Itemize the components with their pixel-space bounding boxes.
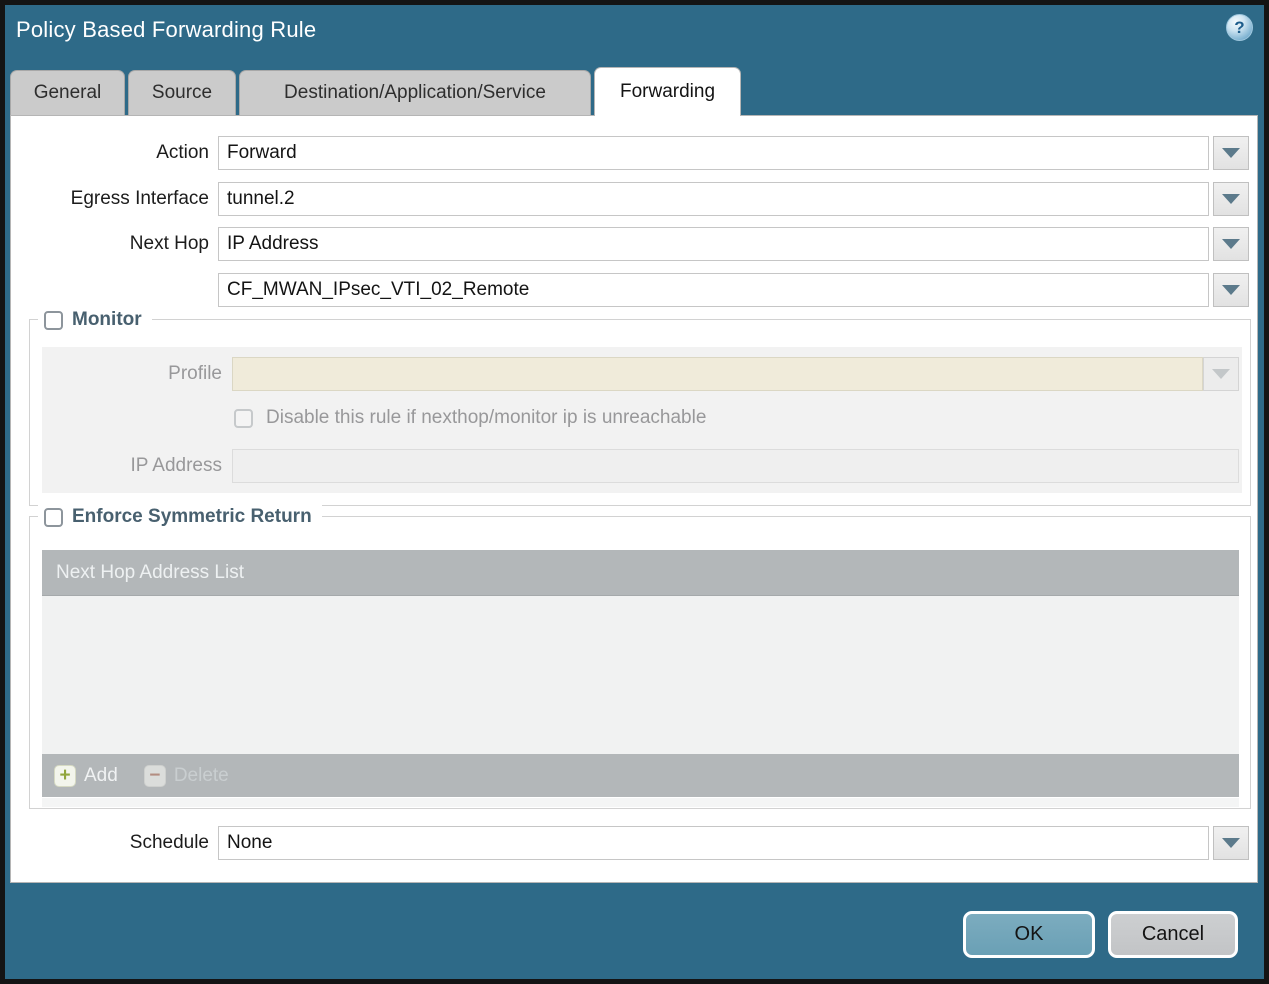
minus-icon: − bbox=[143, 764, 166, 787]
chevron-down-icon bbox=[1222, 148, 1240, 158]
profile-dropdown-button bbox=[1203, 357, 1239, 391]
table-bottom-strip bbox=[42, 798, 1239, 807]
dialog-title: Policy Based Forwarding Rule bbox=[16, 17, 317, 42]
egress-interface-label: Egress Interface bbox=[70, 188, 209, 209]
add-button-label: Add bbox=[84, 764, 118, 786]
next-hop-label: Next Hop bbox=[129, 233, 209, 254]
next-hop-address-input[interactable] bbox=[218, 273, 1209, 307]
ok-button[interactable]: OK bbox=[963, 911, 1095, 958]
action-label: Action bbox=[156, 142, 209, 163]
next-hop-address-list-header: Next Hop Address List bbox=[42, 550, 1239, 596]
delete-button-label: Delete bbox=[173, 764, 229, 786]
chevron-down-icon bbox=[1222, 194, 1240, 204]
profile-field bbox=[232, 357, 1203, 391]
chevron-down-icon bbox=[1222, 285, 1240, 295]
monitor-panel: Profile Disable this rule if nexthop/mon… bbox=[42, 347, 1242, 493]
profile-label: Profile bbox=[168, 363, 222, 384]
enforce-symmetric-return-legend: Enforce Symmetric Return bbox=[38, 505, 322, 529]
monitor-checkbox[interactable] bbox=[44, 310, 63, 330]
monitor-legend-label: Monitor bbox=[72, 309, 142, 330]
plus-icon: + bbox=[54, 764, 76, 787]
next-hop-type-input[interactable] bbox=[218, 227, 1209, 261]
disable-rule-row: Disable this rule if nexthop/monitor ip … bbox=[234, 407, 706, 429]
enforce-symmetric-return-section: Enforce Symmetric Return Next Hop Addres… bbox=[29, 505, 1251, 809]
tab-destination-application-service[interactable]: Destination/Application/Service bbox=[239, 70, 591, 115]
enforce-symmetric-return-label: Enforce Symmetric Return bbox=[72, 506, 312, 527]
chevron-down-icon bbox=[1222, 838, 1240, 848]
chevron-down-icon bbox=[1222, 239, 1240, 249]
policy-based-forwarding-dialog: Policy Based Forwarding Rule ? General S… bbox=[0, 0, 1269, 984]
cancel-button[interactable]: Cancel bbox=[1108, 911, 1238, 958]
disable-rule-checkbox bbox=[234, 408, 253, 428]
add-button[interactable]: + Add bbox=[54, 764, 118, 787]
disable-rule-label: Disable this rule if nexthop/monitor ip … bbox=[266, 407, 707, 428]
schedule-input[interactable] bbox=[218, 826, 1209, 860]
tab-general[interactable]: General bbox=[10, 70, 125, 115]
egress-interface-input[interactable] bbox=[218, 182, 1209, 216]
next-hop-type-dropdown-button[interactable] bbox=[1213, 227, 1249, 261]
delete-button: − Delete bbox=[143, 764, 229, 787]
enforce-symmetric-return-checkbox[interactable] bbox=[44, 507, 63, 527]
next-hop-address-table: Next Hop Address List + Add − Delete bbox=[42, 550, 1239, 797]
help-icon[interactable]: ? bbox=[1226, 14, 1253, 41]
tab-source[interactable]: Source bbox=[128, 70, 236, 115]
action-input[interactable] bbox=[218, 136, 1209, 170]
next-hop-address-table-body[interactable] bbox=[42, 596, 1239, 754]
monitor-ip-address-label: IP Address bbox=[130, 455, 222, 476]
egress-interface-dropdown-button[interactable] bbox=[1213, 182, 1249, 216]
monitor-legend: Monitor bbox=[38, 308, 152, 332]
tab-forwarding[interactable]: Forwarding bbox=[594, 67, 741, 116]
schedule-dropdown-button[interactable] bbox=[1213, 826, 1249, 860]
next-hop-address-dropdown-button[interactable] bbox=[1213, 273, 1249, 307]
next-hop-address-table-footer: + Add − Delete bbox=[42, 754, 1239, 797]
monitor-section: Monitor Profile Disable this rule if nex… bbox=[29, 308, 1251, 506]
monitor-ip-address-field bbox=[232, 449, 1239, 483]
action-dropdown-button[interactable] bbox=[1213, 136, 1249, 170]
schedule-label: Schedule bbox=[129, 832, 209, 853]
forwarding-tab-panel: Action Egress Interface Next Hop Monitor bbox=[10, 115, 1258, 883]
chevron-down-icon bbox=[1212, 369, 1230, 379]
